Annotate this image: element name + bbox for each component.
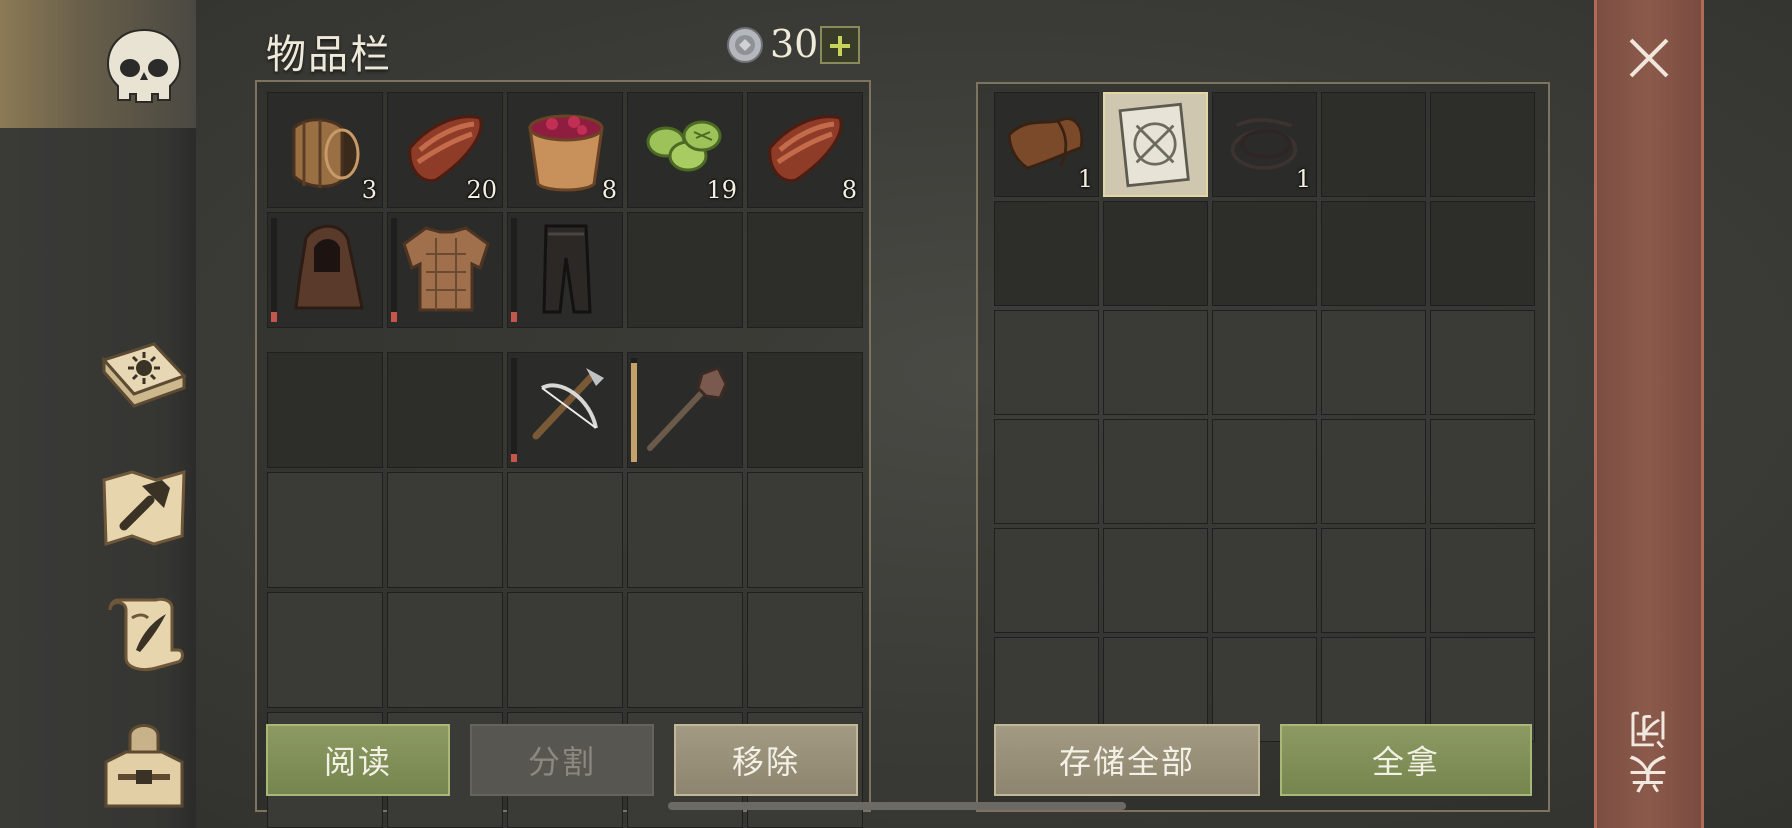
- inventory-slot[interactable]: [267, 212, 383, 328]
- container-slot[interactable]: [1103, 92, 1208, 197]
- inventory-slot[interactable]: 20: [387, 92, 503, 208]
- close-label[interactable]: 关闭: [1623, 706, 1683, 794]
- leather-hood-icon: [294, 224, 364, 310]
- container-slot[interactable]: 1: [994, 92, 1099, 197]
- close-panel[interactable]: 关闭: [1594, 0, 1704, 828]
- hammer-icon[interactable]: [96, 458, 192, 554]
- close-icon[interactable]: [1625, 34, 1673, 82]
- mace-icon: [647, 366, 728, 451]
- locked-slot: [1321, 310, 1426, 415]
- locked-slot: [1430, 528, 1535, 633]
- locked-slot: [1430, 310, 1535, 415]
- leather-pants-icon: [542, 224, 592, 314]
- hotbar-slot[interactable]: [507, 352, 623, 468]
- locked-slot: [1321, 528, 1426, 633]
- inventory-title: 物品栏: [266, 32, 392, 78]
- currency-amount: 30: [770, 22, 819, 66]
- locked-slot: [387, 472, 503, 588]
- item-quantity: 19: [706, 176, 737, 204]
- container-slot[interactable]: [1212, 201, 1317, 306]
- add-currency-button[interactable]: [820, 26, 860, 64]
- locked-slot: [627, 592, 743, 708]
- split-button: 分割: [470, 724, 654, 796]
- hotbar-slot[interactable]: [387, 352, 503, 468]
- container-slot[interactable]: 1: [1212, 92, 1317, 197]
- item-quantity: 1: [1077, 165, 1093, 193]
- item-quantity: 8: [841, 176, 857, 204]
- locked-slot: [747, 472, 863, 588]
- hotbar-slot[interactable]: [747, 352, 863, 468]
- locked-slot: [747, 592, 863, 708]
- container-slot[interactable]: [1430, 92, 1535, 197]
- hotbar-slot[interactable]: [627, 352, 743, 468]
- locked-slot: [994, 528, 1099, 633]
- inventory-slot[interactable]: [747, 212, 863, 328]
- scroll-quill-icon[interactable]: [96, 588, 192, 684]
- container-slot[interactable]: [1103, 201, 1208, 306]
- side-tab-bar: [0, 0, 196, 828]
- locked-slot: [1103, 419, 1208, 524]
- item-quantity: 3: [361, 176, 377, 204]
- locked-slot: [507, 592, 623, 708]
- locked-slot: [507, 472, 623, 588]
- bag-grid: 3 20 8 19 8: [267, 92, 863, 328]
- skull-icon[interactable]: [96, 20, 192, 116]
- locked-slot: [994, 310, 1099, 415]
- inventory-slot[interactable]: [387, 212, 503, 328]
- home-indicator: [668, 802, 1126, 810]
- inventory-slot[interactable]: 3: [267, 92, 383, 208]
- container-grid: 1 1: [994, 92, 1535, 742]
- read-button[interactable]: 阅读: [266, 724, 450, 796]
- item-quantity: 1: [1295, 165, 1311, 193]
- remove-button[interactable]: 移除: [674, 724, 858, 796]
- locked-slot: [1430, 419, 1535, 524]
- locked-slot: [267, 592, 383, 708]
- take-all-button[interactable]: 全拿: [1280, 724, 1532, 796]
- blueprint-icon: [1118, 102, 1190, 188]
- container-slot[interactable]: [994, 201, 1099, 306]
- locked-slot: [267, 472, 383, 588]
- locked-slot: [1103, 528, 1208, 633]
- locked-slot: [1212, 528, 1317, 633]
- container-slot[interactable]: [1430, 201, 1535, 306]
- inventory-slot[interactable]: [507, 212, 623, 328]
- inventory-slot[interactable]: 8: [747, 92, 863, 208]
- store-all-button[interactable]: 存储全部: [994, 724, 1260, 796]
- locked-slot: [1103, 310, 1208, 415]
- inventory-slot[interactable]: 19: [627, 92, 743, 208]
- hooded-figure-icon[interactable]: [96, 712, 192, 808]
- locked-slot: [1321, 419, 1426, 524]
- silver-coin-icon: [727, 27, 763, 63]
- inventory-slot[interactable]: 8: [507, 92, 623, 208]
- leather-shirt-icon: [402, 226, 490, 312]
- hotbar-slot[interactable]: [267, 352, 383, 468]
- hotbar-grid: [267, 352, 863, 468]
- locked-slot: [387, 592, 503, 708]
- locked-slot: [994, 419, 1099, 524]
- crossbow-icon: [532, 368, 604, 440]
- locked-slot: [1212, 310, 1317, 415]
- item-quantity: 8: [601, 176, 617, 204]
- container-slot[interactable]: [1321, 201, 1426, 306]
- sun-book-icon[interactable]: [96, 330, 192, 426]
- inventory-slot[interactable]: [627, 212, 743, 328]
- container-slot[interactable]: [1321, 92, 1426, 197]
- locked-slot: [1212, 419, 1317, 524]
- locked-slot: [627, 472, 743, 588]
- item-quantity: 20: [466, 176, 497, 204]
